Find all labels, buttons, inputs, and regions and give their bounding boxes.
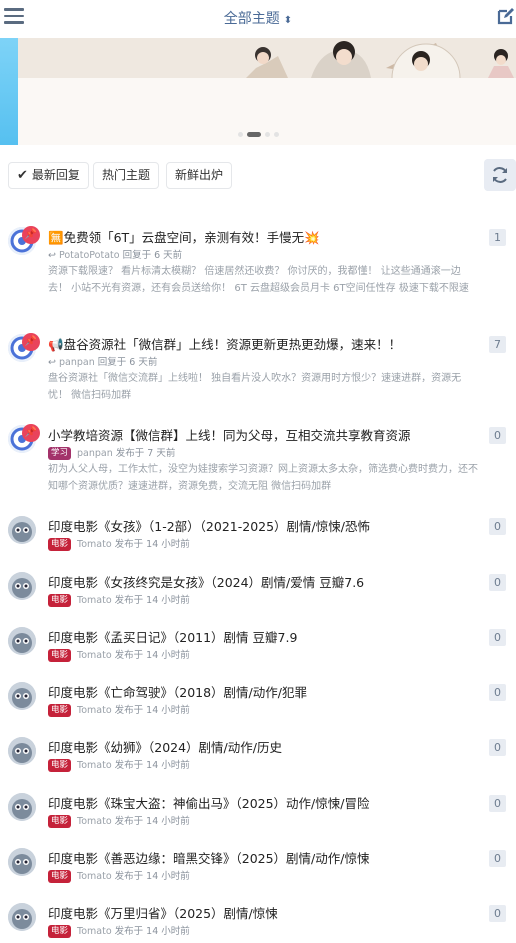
reply-icon: ↩ [48, 357, 59, 368]
banner-carousel[interactable] [0, 38, 516, 145]
category-tag[interactable]: 电影 [48, 870, 72, 883]
post-time: 发布于 7 天前 [112, 448, 176, 459]
topic-title[interactable]: 📢盘谷资源社「微信群」上线！资源更新更热更劲爆，速来！！ [48, 334, 401, 353]
topic-excerpt: 资源下载限速？ 看片标清太模糊？ 倍速居然还收费？ 你讨厌的，我都懂！ 让这些通… [48, 266, 469, 294]
pin-icon: 📌 [22, 333, 40, 351]
reply-count-badge: 0 [489, 795, 506, 812]
fresh-topics-button[interactable]: 新鲜出炉 [166, 162, 233, 189]
reply-count-badge: 1 [489, 229, 506, 246]
avatar[interactable] [8, 682, 36, 710]
topic-meta: 电影 Tomato 发布于 14 小时前 [48, 702, 190, 717]
author-name[interactable]: Tomato [77, 816, 112, 827]
pin-icon: 📌 [22, 226, 40, 244]
topic-meta: 电影 Tomato 发布于 14 小时前 [48, 813, 190, 828]
author-name[interactable]: Tomato [77, 705, 112, 716]
author-name[interactable]: Tomato [77, 650, 112, 661]
topic-excerpt: 盘谷资源社「微信交流群」上线啦！ 独自看片没人吹水？资源用时方恨少？速速进群，资… [48, 373, 462, 401]
carousel-dot-4[interactable] [273, 132, 279, 137]
topic-meta: ↩ PotatoPotato 回复于 6 天前 [48, 247, 182, 261]
post-time: 发布于 14 小时前 [111, 816, 190, 827]
sort-caret-icon: ⬍ [283, 15, 293, 26]
topic-title[interactable]: 🈚免费领「6T」云盘空间，亲测有效！手慢无💥 [48, 227, 320, 246]
category-tag[interactable]: 电影 [48, 925, 72, 938]
post-time: 发布于 14 小时前 [111, 650, 190, 661]
post-time: 发布于 14 小时前 [111, 871, 190, 882]
author-name[interactable]: PotatoPotato [59, 250, 120, 261]
topic-meta: ↩ panpan 回复于 6 天前 [48, 354, 157, 368]
post-time: 发布于 14 小时前 [111, 760, 190, 771]
post-time: 发布于 14 小时前 [111, 705, 190, 716]
topic-meta: 电影 Tomato 发布于 14 小时前 [48, 592, 190, 607]
reply-count-badge: 7 [489, 336, 506, 353]
avatar[interactable] [8, 572, 36, 600]
author-name[interactable]: panpan [59, 357, 95, 368]
topic-filter-dropdown[interactable]: 全部主题 ⬍ [0, 8, 516, 28]
topic-meta: 学习 panpan 发布于 7 天前 [48, 445, 175, 460]
topic-meta: 电影 Tomato 发布于 14 小时前 [48, 757, 190, 772]
avatar[interactable] [8, 627, 36, 655]
reply-count-badge: 0 [489, 684, 506, 701]
topic-meta: 电影 Tomato 发布于 14 小时前 [48, 536, 190, 551]
author-name[interactable]: Tomato [77, 595, 112, 606]
category-tag[interactable]: 学习 [48, 447, 72, 460]
avatar[interactable] [8, 848, 36, 876]
avatar[interactable] [8, 903, 36, 931]
category-tag[interactable]: 电影 [48, 649, 72, 662]
carousel-indicators [0, 132, 516, 137]
banner-side-strip [0, 38, 18, 145]
carousel-dot-2[interactable] [246, 132, 261, 137]
post-time: 回复于 6 天前 [94, 357, 158, 368]
category-tag[interactable]: 电影 [48, 759, 72, 772]
pin-icon: 📌 [22, 424, 40, 442]
check-icon: ✔ [17, 168, 28, 183]
reply-count-badge: 0 [489, 850, 506, 867]
category-tag[interactable]: 电影 [48, 594, 72, 607]
carousel-dot-1[interactable] [237, 132, 243, 137]
reply-count-badge: 0 [489, 739, 506, 756]
author-name[interactable]: Tomato [77, 871, 112, 882]
topic-meta: 电影 Tomato 发布于 14 小时前 [48, 868, 190, 883]
compose-edit-icon[interactable] [496, 6, 516, 26]
category-tag[interactable]: 电影 [48, 704, 72, 717]
avatar[interactable] [8, 737, 36, 765]
post-time: 发布于 14 小时前 [111, 926, 190, 937]
category-tag[interactable]: 电影 [48, 538, 72, 551]
topic-title[interactable]: 印度电影《女孩终究是女孩》（2024）剧情/爱情 豆瓣7.6 [48, 572, 364, 591]
topic-title[interactable]: 印度电影《亡命驾驶》（2018）剧情/动作/犯罪 [48, 682, 307, 701]
category-tag[interactable]: 电影 [48, 815, 72, 828]
author-name[interactable]: Tomato [77, 926, 112, 937]
topic-title[interactable]: 印度电影《孟买日记》（2011）剧情 豆瓣7.9 [48, 627, 297, 646]
avatar[interactable] [8, 516, 36, 544]
reply-count-badge: 0 [489, 574, 506, 591]
reply-count-badge: 0 [489, 629, 506, 646]
post-time: 回复于 6 天前 [119, 250, 183, 261]
avatar[interactable] [8, 793, 36, 821]
topic-title[interactable]: 印度电影《善恶边缘：暗黑交锋》（2025）剧情/动作/惊悚 [48, 848, 370, 867]
topic-title[interactable]: 小学教培资源【微信群】上线！同为父母，互相交流共享教育资源 [48, 425, 411, 444]
post-time: 发布于 14 小时前 [111, 595, 190, 606]
reply-count-badge: 0 [489, 518, 506, 535]
topic-title[interactable]: 印度电影《女孩》（1-2部）（2021-2025）剧情/惊悚/恐怖 [48, 516, 370, 535]
topic-title[interactable]: 印度电影《万里归省》（2025）剧情/惊悚 [48, 903, 278, 922]
banner-artwork [226, 38, 516, 78]
author-name[interactable]: Tomato [77, 760, 112, 771]
carousel-dot-3[interactable] [264, 132, 270, 137]
topic-meta: 电影 Tomato 发布于 14 小时前 [48, 647, 190, 662]
sort-filter-bar: ✔ 最新回复 热门主题 新鲜出炉 [0, 158, 516, 192]
author-name[interactable]: Tomato [77, 539, 112, 550]
topic-excerpt: 初为人父人母，工作太忙，没空为娃搜索学习资源？网上资源太多太杂，筛选费心费时费力… [48, 464, 478, 492]
topic-title[interactable]: 印度电影《珠宝大盗：神偷出马》（2025）动作/惊悚/冒险 [48, 793, 370, 812]
topic-meta: 电影 Tomato 发布于 14 小时前 [48, 923, 190, 938]
latest-reply-button[interactable]: ✔ 最新回复 [8, 162, 89, 189]
post-time: 发布于 14 小时前 [111, 539, 190, 550]
top-bar: 全部主题 ⬍ [0, 0, 516, 38]
reply-count-badge: 0 [489, 905, 506, 922]
refresh-icon[interactable] [484, 159, 516, 191]
reply-count-badge: 0 [489, 427, 506, 444]
author-name[interactable]: panpan [77, 448, 113, 459]
reply-icon: ↩ [48, 250, 59, 261]
page-title: 全部主题 [223, 11, 280, 27]
topic-title[interactable]: 印度电影《幼狮》（2024）剧情/动作/历史 [48, 737, 282, 756]
hot-topics-button[interactable]: 热门主题 [93, 162, 160, 189]
